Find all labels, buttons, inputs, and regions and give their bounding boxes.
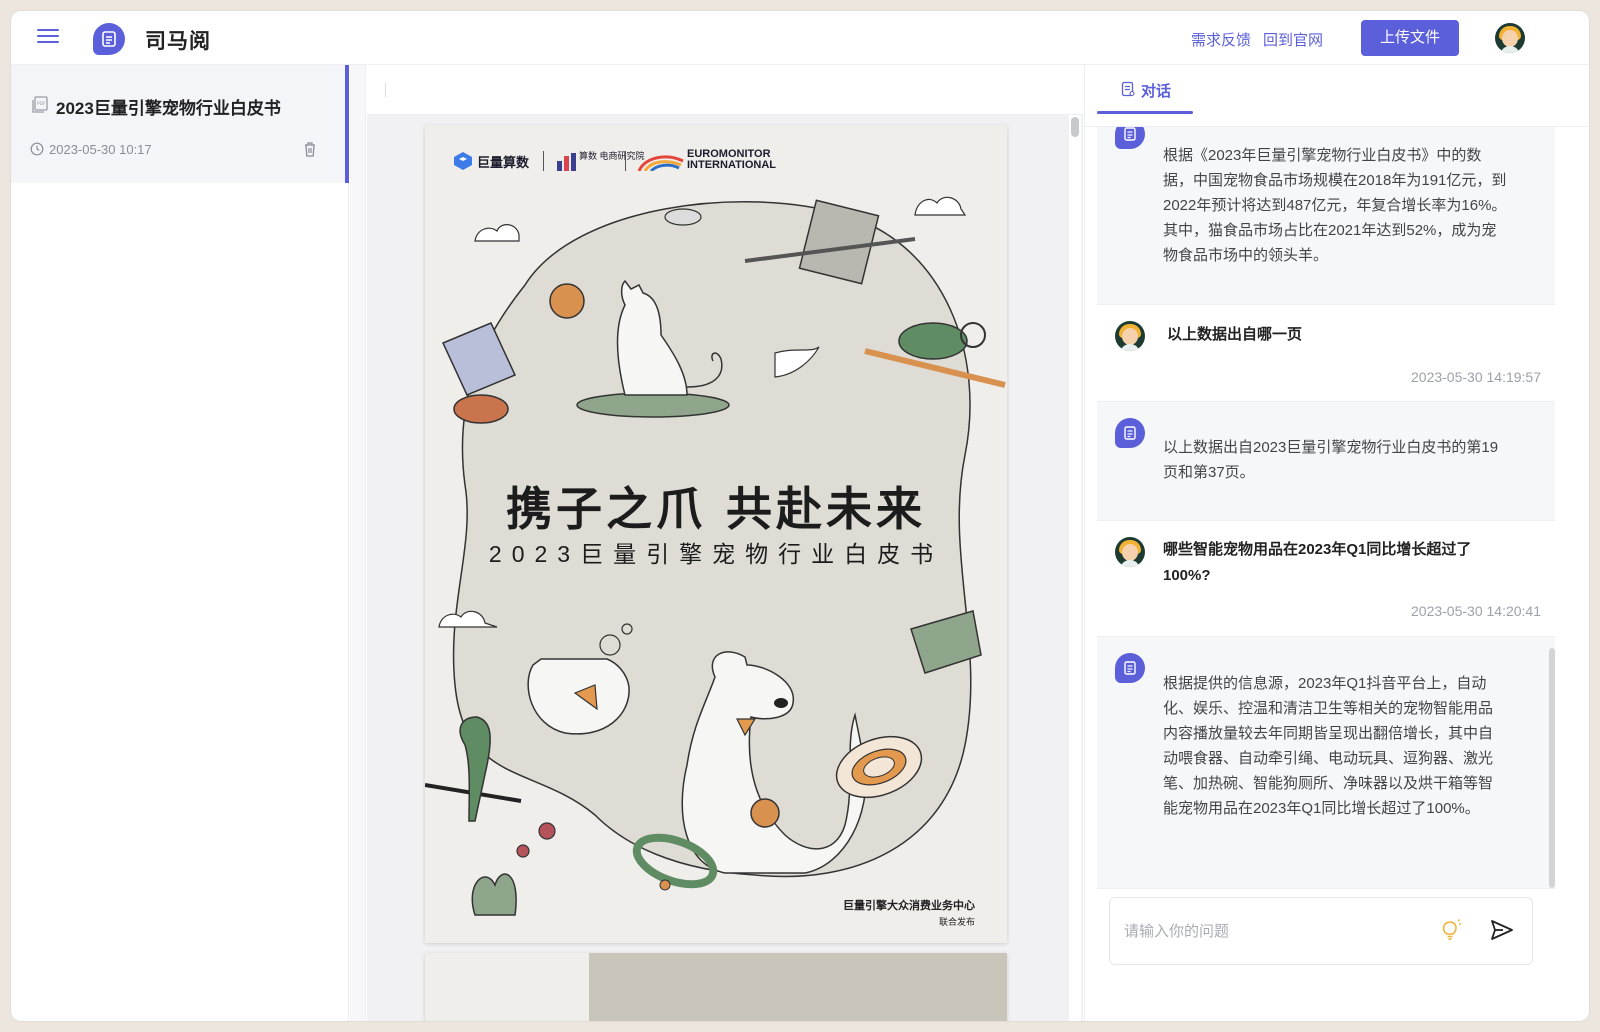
tab-chat[interactable]: 对话 [1097,65,1193,127]
user-message-avatar [1115,321,1145,351]
menu-icon[interactable] [37,29,59,47]
cover-title: 携子之爪 共赴未来 [505,482,926,536]
feedback-link[interactable]: 需求反馈 [1191,29,1251,50]
juliang-logo-icon [454,152,472,170]
user-message: 以上数据出自哪一页 2023-05-30 14:19:57 [1097,305,1555,402]
question-input[interactable] [1124,916,1424,946]
tab-chat-label: 对话 [1141,83,1172,100]
document-viewer: 巨量算数 算数 电商研究院 EUROMONITOR INTERNATIONAL … [367,65,1083,1021]
bot-message: 根据《2023年巨量引擎宠物行业白皮书》中的数据，中国宠物食品市场规模在2018… [1097,127,1555,305]
app-window: 司马阅 需求反馈 回到官网 上传文件 PDF 2023巨量引擎宠物行业白皮书 2… [11,11,1589,1021]
chat-tab-bar: 对话 [1085,65,1589,127]
question-input-box [1109,897,1533,965]
logo-suanshu: 算数 电商研究院 [579,151,645,161]
cover-publisher: 巨量引擎大众消费业务中心 [843,900,975,912]
bot-message-text: 以上数据出自2023巨量引擎宠物行业白皮书的第19页和第37页。 [1163,439,1499,481]
document-sidebar: PDF 2023巨量引擎宠物行业白皮书 2023-05-30 10:17 [11,65,349,1021]
send-icon[interactable] [1490,919,1514,941]
bot-message-text: 根据提供的信息源，2023年Q1抖音平台上，自动化、娱乐、控温和清洁卫生等相关的… [1163,675,1494,817]
bot-message-text: 根据《2023年巨量引擎宠物行业白皮书》中的数据，中国宠物食品市场规模在2018… [1163,147,1507,264]
active-tab-indicator [1097,111,1193,114]
bot-avatar-icon [1115,127,1145,149]
chat-scrollbar-thumb[interactable] [1549,648,1555,888]
viewer-toolbar [367,65,1083,115]
user-message-time: 2023-05-30 14:19:57 [1411,369,1541,385]
svg-text:PDF: PDF [37,101,46,107]
viewer-scrollbar-thumb[interactable] [1071,117,1079,137]
app-title: 司马阅 [145,30,211,53]
document-list-item[interactable]: PDF 2023巨量引擎宠物行业白皮书 2023-05-30 10:17 [11,65,349,183]
user-avatar[interactable] [1495,23,1525,53]
chat-panel: 对话 根据《2023年巨量引擎宠物行业白皮书》中的数据，中国宠物食品市场规模在2… [1084,65,1589,1021]
toolbar-divider [385,83,386,97]
cover-footer: 巨量引擎大众消费业务中心 联合发布 [843,897,975,928]
user-message: 哪些智能宠物用品在2023年Q1同比增长超过了100%? 2023-05-30 … [1097,521,1555,637]
logo-juliang: 巨量算数 [477,155,530,170]
logo-international: INTERNATIONAL [687,159,777,171]
bot-avatar-icon [1115,418,1145,448]
home-link[interactable]: 回到官网 [1263,29,1323,50]
user-message-avatar [1115,537,1145,567]
document-timestamp: 2023-05-30 10:17 [49,142,152,157]
upload-file-button[interactable]: 上传文件 [1361,20,1459,56]
pdf-page-2 [425,953,1007,1021]
cover-publish-note: 联合发布 [938,917,975,927]
viewer-scrollbar[interactable] [1069,115,1081,1021]
bot-message: 根据提供的信息源，2023年Q1抖音平台上，自动化、娱乐、控温和清洁卫生等相关的… [1097,637,1555,889]
pdf-viewport[interactable]: 巨量算数 算数 电商研究院 EUROMONITOR INTERNATIONAL … [367,115,1083,1021]
chat-messages[interactable]: 根据《2023年巨量引擎宠物行业白皮书》中的数据，中国宠物食品市场规模在2018… [1097,127,1555,889]
chat-doc-icon [1121,81,1135,97]
delete-icon[interactable] [303,141,317,157]
pdf-page-cover: 巨量算数 算数 电商研究院 EUROMONITOR INTERNATIONAL … [425,125,1007,943]
user-message-text: 以上数据出自哪一页 [1167,326,1303,343]
euromonitor-logo-icon [637,155,684,171]
lightbulb-icon[interactable] [1438,918,1462,942]
app-logo-icon [93,23,125,55]
bot-avatar-icon [1115,653,1145,683]
pdf-icon: PDF [32,96,48,113]
top-bar: 司马阅 需求反馈 回到官网 上传文件 [11,11,1589,65]
panel-divider [350,65,366,1021]
user-message-time: 2023-05-30 14:20:41 [1411,603,1541,619]
suanshu-logo-icon [557,153,576,171]
clock-icon [30,142,44,156]
user-message-text: 哪些智能宠物用品在2023年Q1同比增长超过了100%? [1163,541,1472,584]
cover-subtitle: 2023巨量引擎宠物行业白皮书 [488,541,944,567]
document-title: 2023巨量引擎宠物行业白皮书 [56,99,281,118]
bot-message: 以上数据出自2023巨量引擎宠物行业白皮书的第19页和第37页。 [1097,402,1555,521]
